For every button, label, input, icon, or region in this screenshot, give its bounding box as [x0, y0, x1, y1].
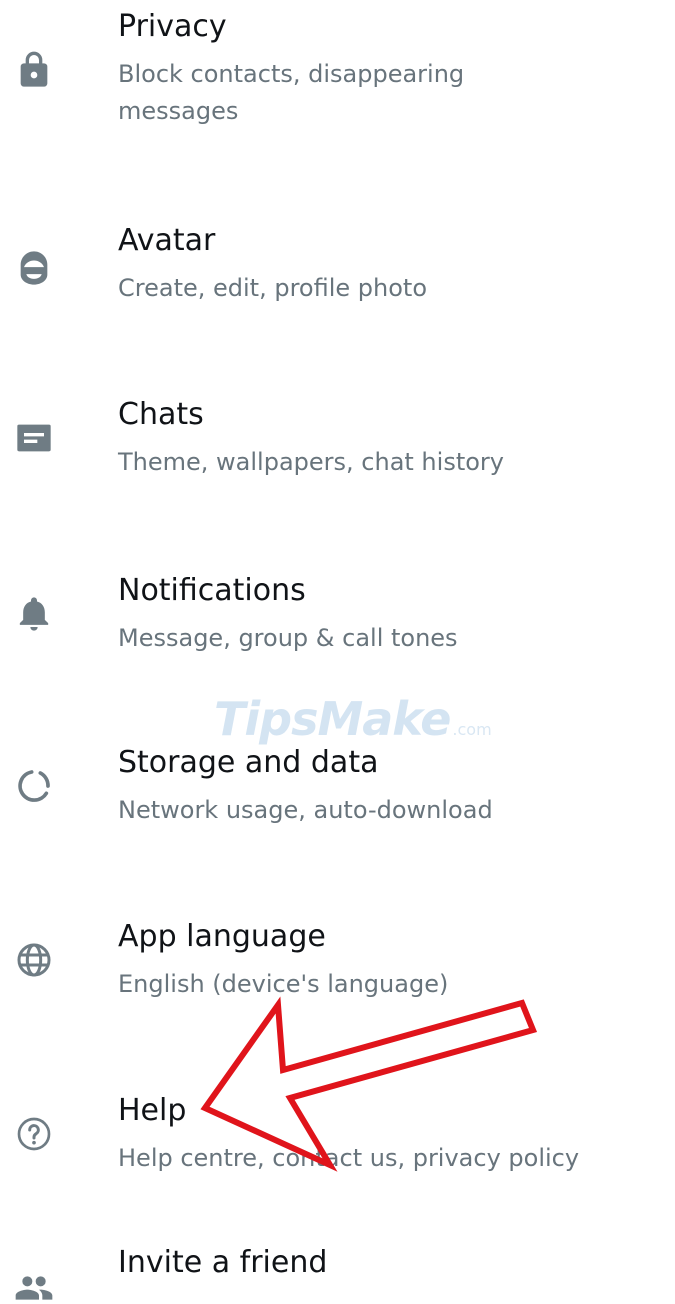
- settings-item-title: Help: [118, 1093, 187, 1128]
- settings-item-subtitle: Block contacts, disappearing messages: [118, 60, 465, 125]
- settings-item-subtitle: Message, group & call tones: [118, 624, 458, 652]
- settings-list: Privacy Block contacts, disappearing mes…: [0, 0, 675, 1304]
- settings-item-storage-and-data[interactable]: Storage and data Network usage, auto-dow…: [0, 732, 675, 852]
- settings-item-title: Notifications: [118, 573, 306, 608]
- settings-item-title: Avatar: [118, 223, 216, 258]
- settings-item-title: Storage and data: [118, 745, 379, 780]
- settings-item-subtitle: Theme, wallpapers, chat history: [118, 448, 504, 476]
- settings-item-help[interactable]: Help Help centre, contact us, privacy po…: [0, 1080, 675, 1200]
- settings-item-title: Chats: [118, 397, 204, 432]
- settings-item-title: Invite a friend: [118, 1245, 328, 1280]
- settings-item-app-language[interactable]: App language English (device's language): [0, 906, 675, 1026]
- help-circle-icon: [8, 1108, 60, 1160]
- bell-icon: [8, 588, 60, 640]
- settings-item-privacy[interactable]: Privacy Block contacts, disappearing mes…: [0, 0, 675, 180]
- settings-item-title: App language: [118, 919, 326, 954]
- settings-item-subtitle: Create, edit, profile photo: [118, 274, 427, 302]
- settings-item-avatar[interactable]: Avatar Create, edit, profile photo: [0, 210, 675, 330]
- people-icon: [8, 1262, 60, 1304]
- lock-icon: [8, 44, 60, 96]
- settings-item-title: Privacy: [118, 9, 227, 44]
- avatar-icon: [8, 242, 60, 294]
- settings-item-subtitle: Help centre, contact us, privacy policy: [118, 1144, 580, 1172]
- storage-circle-icon: [8, 760, 60, 812]
- chat-icon: [8, 412, 60, 464]
- settings-item-invite-a-friend[interactable]: Invite a friend: [0, 1245, 675, 1304]
- settings-item-notifications[interactable]: Notifications Message, group & call tone…: [0, 560, 675, 680]
- settings-item-chats[interactable]: Chats Theme, wallpapers, chat history: [0, 384, 675, 504]
- settings-item-subtitle: Network usage, auto-download: [118, 796, 493, 824]
- globe-icon: [8, 934, 60, 986]
- settings-item-subtitle: English (device's language): [118, 970, 449, 998]
